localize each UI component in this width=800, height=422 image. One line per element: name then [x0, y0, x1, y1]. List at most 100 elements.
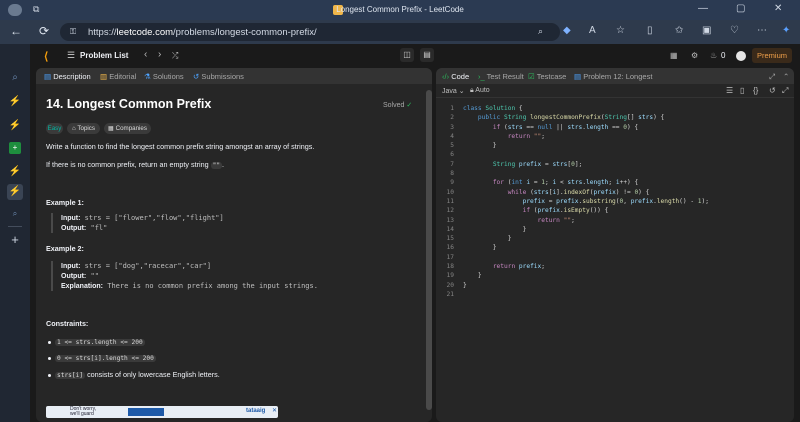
leetcode-logo-icon[interactable]: ⟨	[44, 50, 48, 63]
favorites-icon[interactable]: ✩	[675, 25, 683, 36]
example-2-output: ""	[90, 272, 99, 280]
tab-submissions[interactable]: ↺ Submissions	[193, 72, 244, 81]
line-number: 9	[450, 179, 454, 187]
example-2-input: strs = ["dog","racecar","car"]	[84, 262, 212, 270]
address-bar[interactable]: ⚿ https://leetcode.com/problems/longest-…	[60, 23, 560, 41]
collections-icon[interactable]: ▣	[702, 25, 711, 36]
constraint-2-code: 0 <= strs[i].length <= 200	[55, 355, 156, 362]
terminal-icon: ›_	[478, 72, 485, 81]
problem-statement: Write a function to find the longest com…	[46, 142, 315, 151]
description-scrollbar[interactable]	[426, 90, 432, 410]
chevron-down-icon: ⌄	[458, 88, 465, 95]
constraint-bullet-1	[48, 341, 51, 344]
line-number: 19	[446, 272, 454, 280]
site-info-icon[interactable]: ⚿	[70, 27, 76, 37]
collapse-panel-icon[interactable]: ⌃	[783, 72, 789, 81]
favorite-star-icon[interactable]: ☆	[616, 25, 625, 36]
solutions-icon: ⚗	[144, 72, 151, 81]
ad-text: Don't worry, we'll guard	[70, 407, 96, 417]
zoom-icon[interactable]: ⌕	[538, 26, 543, 37]
example-1-output: "fl"	[90, 224, 108, 232]
editor-toolbar: Java ⌄ 🔒︎ Auto ☰ ▯ {} ↺ ⤢	[436, 84, 794, 98]
address-toolbar: ← ⟳ ⚿ https://leetcode.com/problems/long…	[0, 20, 800, 44]
maximize-button[interactable]: ▢	[736, 3, 745, 14]
code-line: 11 prefix = prefix.substring(0, prefix.l…	[436, 197, 794, 206]
leetcode-app-icon[interactable]: ⚡	[7, 94, 23, 110]
notes-icon[interactable]: ▤	[420, 48, 434, 62]
add-app-icon[interactable]: +	[7, 232, 23, 248]
premium-button[interactable]: Premium	[752, 48, 792, 63]
streak-icon[interactable]: ♨	[710, 51, 717, 60]
problem-title[interactable]: 14. Longest Common Prefix	[46, 97, 211, 111]
example-1-output-label: Output:	[61, 225, 87, 232]
difficulty-chip[interactable]: Easy	[46, 123, 63, 134]
health-icon[interactable]: ♡	[730, 25, 739, 36]
fullscreen-icon[interactable]: ⤢	[782, 86, 788, 96]
tab-editorial[interactable]: ▥ Editorial	[100, 72, 136, 81]
shuffle-icon[interactable]: ⤮	[172, 51, 178, 61]
list-icon[interactable]: ☰	[67, 50, 75, 61]
streak-count: 0	[721, 51, 726, 60]
bookmark-icon[interactable]: ▯	[740, 86, 744, 95]
next-problem-icon[interactable]: ›	[158, 49, 161, 60]
extension-icon[interactable]: ◆	[563, 25, 571, 36]
window-title: Longest Common Prefix - LeetCode	[336, 5, 464, 14]
tab-problem-12[interactable]: ▤ Problem 12: Longest	[574, 72, 652, 81]
line-number: 11	[446, 197, 454, 205]
maximize-panel-icon[interactable]: ⤢	[769, 72, 775, 82]
tab-solutions[interactable]: ⚗ Solutions	[144, 72, 184, 81]
leetcode-app-active-icon[interactable]: ⚡	[7, 184, 23, 200]
example-2-block: Input: strs = ["dog","racecar","car"] Ou…	[51, 261, 421, 291]
line-number: 1	[450, 105, 454, 112]
settings-icon[interactable]: ⚙	[691, 51, 698, 60]
auto-toggle[interactable]: 🔒︎ Auto	[470, 87, 490, 95]
example-2-output-label: Output:	[61, 273, 87, 280]
tab-testcase[interactable]: ☑ Testcase	[528, 72, 566, 81]
braces-icon[interactable]: {}	[753, 86, 758, 95]
code-line: 5 }	[436, 141, 794, 150]
user-avatar[interactable]	[736, 51, 746, 61]
reset-icon[interactable]: ↺	[769, 86, 776, 95]
ad-close-icon[interactable]: ✕	[272, 407, 277, 414]
debug-icon[interactable]: ◫	[400, 48, 414, 62]
code-text: }	[463, 235, 512, 243]
code-editor[interactable]: 1 class Solution { 2 public String longes…	[436, 104, 794, 299]
tab-code[interactable]: ‹/› Code	[442, 72, 469, 81]
format-icon[interactable]: ☰	[726, 86, 733, 95]
close-window-button[interactable]: ✕	[774, 3, 782, 14]
minimize-button[interactable]: —	[698, 3, 708, 14]
tab-editorial-label: Editorial	[109, 72, 137, 81]
code-text: }	[463, 142, 497, 150]
read-aloud-icon[interactable]: A	[589, 25, 596, 36]
line-number: 6	[450, 151, 454, 159]
language-select[interactable]: Java ⌄	[442, 87, 465, 95]
search-small-icon[interactable]: ⌕	[7, 206, 23, 222]
ad-banner[interactable]: Don't worry, we'll guard tataaig ✕	[46, 406, 278, 418]
topics-chip[interactable]: ⌂ Topics	[67, 123, 100, 134]
split-screen-icon[interactable]: ▯	[647, 25, 653, 36]
tab-test-result[interactable]: ›_ Test Result	[478, 72, 524, 81]
back-icon[interactable]: ←	[8, 24, 24, 38]
tab-description[interactable]: ▤ Description	[44, 72, 91, 81]
example-2-explanation-row: Explanation: There is no common prefix a…	[61, 281, 421, 291]
code-line: 18 return prefix;	[436, 262, 794, 271]
layout-icon[interactable]: ▦	[670, 51, 678, 60]
leetcode-app-icon-3[interactable]: ⚡	[7, 164, 23, 180]
more-icon[interactable]: ⋯	[757, 25, 767, 36]
problem-list-link[interactable]: Problem List	[80, 51, 128, 60]
copilot-icon[interactable]: ✦	[782, 25, 790, 36]
sheets-icon[interactable]: +	[9, 142, 21, 154]
search-icon[interactable]: ⌕	[7, 70, 23, 86]
ad-text-line-2: we'll guard	[70, 411, 94, 417]
leetcode-app-icon-2[interactable]: ⚡	[7, 118, 23, 134]
browser-sidebar: ⌕ ⚡ ⚡ + ⚡ ⚡ ⌕ +	[0, 44, 30, 422]
code-line: 2 public String longestCommonPrefix(Stri…	[436, 113, 794, 122]
companies-chip[interactable]: ▦ Companies	[104, 123, 151, 134]
code-text: String prefix = strs[0];	[492, 160, 583, 168]
refresh-icon[interactable]: ⟳	[36, 24, 52, 38]
tab-submissions-label: Submissions	[201, 72, 244, 81]
prev-problem-icon[interactable]: ‹	[144, 49, 147, 60]
code-line: 13 return "";	[436, 216, 794, 225]
code-line: 19 }	[436, 271, 794, 280]
constraint-3: strs[i] consists of only lowercase Engli…	[55, 370, 220, 379]
